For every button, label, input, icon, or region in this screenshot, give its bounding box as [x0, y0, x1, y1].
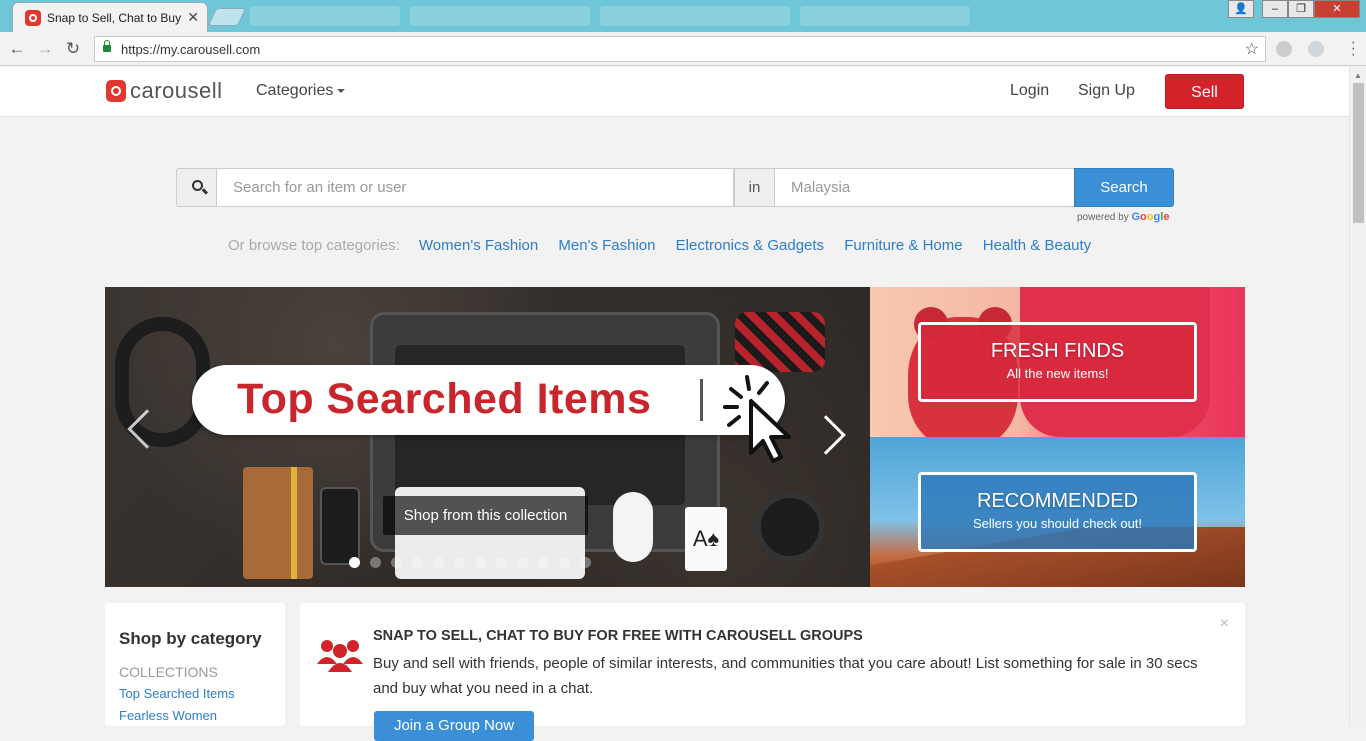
tab-close-icon[interactable]: ✕	[187, 9, 199, 26]
notebook-image	[243, 467, 313, 579]
recommended-tile[interactable]: RECOMMENDED Sellers you should check out…	[870, 437, 1245, 587]
playing-card-image: A♠	[685, 507, 727, 571]
search-icon	[192, 180, 203, 191]
mouse-pointer-icon	[723, 375, 791, 463]
hero-carousel[interactable]: A♠ Top Searched Items Shop from this col…	[105, 287, 870, 587]
promo-title: FRESH FINDS	[990, 340, 1125, 362]
shop-by-category-heading: Shop by category	[119, 629, 262, 648]
category-link-furniture-home[interactable]: Furniture & Home	[844, 237, 962, 254]
collections-label: COLLECTIONS	[119, 664, 218, 680]
carousel-dot[interactable]	[370, 557, 381, 568]
carousel-dot[interactable]	[496, 557, 507, 568]
collection-link-fearless-women[interactable]: Fearless Women	[119, 708, 217, 723]
category-link-health-beauty[interactable]: Health & Beauty	[983, 237, 1091, 254]
in-label: in	[734, 168, 775, 207]
promo-title: RECOMMENDED	[976, 490, 1139, 512]
carousel-dot[interactable]	[580, 557, 591, 568]
banner-headline: Top Searched Items	[237, 375, 652, 423]
groups-card-description: Buy and sell with friends, people of sim…	[373, 655, 1198, 697]
carousel-dot[interactable]	[412, 557, 423, 568]
carousel-dot[interactable]	[538, 557, 549, 568]
caret-down-icon	[337, 88, 346, 93]
scroll-up-icon[interactable]: ▲	[1354, 71, 1362, 80]
carousell-favicon-icon	[25, 10, 41, 26]
category-link-mens-fashion[interactable]: Men's Fashion	[558, 237, 655, 254]
powered-by-label: powered by	[1077, 212, 1129, 223]
new-tab-button[interactable]	[207, 8, 247, 26]
lock-icon	[103, 40, 111, 52]
user-profile-icon[interactable]: 👤	[1228, 0, 1254, 18]
signup-link[interactable]: Sign Up	[1078, 82, 1135, 100]
logo-text[interactable]: carousell	[130, 78, 223, 104]
sell-button[interactable]: Sell	[1165, 74, 1244, 109]
groups-card-title: SNAP TO SELL, CHAT TO BUY FOR FREE WITH …	[373, 628, 863, 644]
background-tab[interactable]	[600, 6, 790, 26]
promo-subtitle: All the new items!	[1006, 366, 1109, 381]
category-link-womens-fashion[interactable]: Women's Fashion	[419, 237, 538, 254]
carousel-dot[interactable]	[349, 557, 360, 568]
search-button[interactable]: Search	[1074, 168, 1174, 207]
skype-extension-icon[interactable]	[1308, 41, 1324, 57]
carousell-logo-icon[interactable]	[106, 80, 126, 102]
reload-icon[interactable]: ↻	[62, 38, 84, 60]
search-icon-box	[176, 168, 217, 207]
login-link[interactable]: Login	[1010, 82, 1049, 100]
fresh-finds-tile[interactable]: FRESH FINDS All the new items!	[870, 287, 1245, 437]
location-input[interactable]	[774, 168, 1075, 207]
join-group-button[interactable]: Join a Group Now	[374, 711, 534, 741]
url-text[interactable]: https://my.carousell.com	[121, 42, 260, 57]
mouse-image	[613, 492, 653, 562]
fresh-finds-box[interactable]: FRESH FINDS All the new items!	[918, 322, 1197, 402]
browser-tab-strip: Snap to Sell, Chat to Buy ✕ 👤 – ❐ ✕	[0, 0, 1366, 32]
camera-lens-image	[755, 492, 825, 562]
browser-menu-icon[interactable]: · · ·	[1351, 35, 1356, 63]
group-people-icon	[317, 640, 363, 672]
bowtie-image	[735, 312, 825, 372]
carousel-dot[interactable]	[433, 557, 444, 568]
site-header: carousell Categories Login Sign Up Sell	[0, 67, 1349, 117]
categories-label: Categories	[256, 82, 334, 99]
carousel-indicators	[349, 557, 591, 568]
address-bar[interactable]: https://my.carousell.com ☆	[94, 36, 1266, 62]
search-input[interactable]	[216, 168, 734, 207]
google-logo-icon: Google	[1131, 211, 1170, 223]
carousel-dot[interactable]	[559, 557, 570, 568]
extension-icon[interactable]	[1276, 41, 1292, 57]
carousell-groups-card: × SNAP TO SELL, CHAT TO BUY FOR FREE WIT…	[300, 603, 1245, 741]
tab-title: Snap to Sell, Chat to Buy	[47, 11, 182, 25]
background-tab[interactable]	[250, 6, 400, 26]
browser-toolbar: ← → ↻ https://my.carousell.com ☆ · · ·	[0, 32, 1366, 66]
background-tab[interactable]	[800, 6, 970, 26]
back-icon[interactable]: ←	[6, 38, 28, 60]
text-cursor-icon	[700, 379, 703, 421]
browse-top-categories: Or browse top categories: Women's Fashio…	[228, 237, 1107, 254]
phone-image	[320, 487, 360, 565]
category-link-electronics[interactable]: Electronics & Gadgets	[676, 237, 824, 254]
page-scrollbar[interactable]: ▲	[1349, 67, 1366, 726]
powered-by-google: powered by Google	[1077, 211, 1169, 223]
carousel-dot[interactable]	[454, 557, 465, 568]
shop-collection-button[interactable]: Shop from this collection	[383, 496, 588, 535]
background-tab[interactable]	[410, 6, 590, 26]
categories-dropdown[interactable]: Categories	[256, 82, 346, 100]
window-close-icon[interactable]: ✕	[1314, 0, 1360, 18]
scrollbar-thumb[interactable]	[1353, 83, 1364, 223]
browser-tab-active[interactable]: Snap to Sell, Chat to Buy ✕	[12, 2, 208, 32]
forward-icon[interactable]: →	[34, 38, 56, 60]
minimize-icon[interactable]: –	[1262, 0, 1288, 18]
dismiss-close-icon[interactable]: ×	[1220, 615, 1229, 633]
browse-label: Or browse top categories:	[228, 237, 400, 254]
carousel-dot[interactable]	[475, 557, 486, 568]
maximize-icon[interactable]: ❐	[1288, 0, 1314, 18]
collection-link-top-searched[interactable]: Top Searched Items	[119, 686, 235, 701]
bookmark-star-icon[interactable]: ☆	[1245, 39, 1259, 59]
recommended-box[interactable]: RECOMMENDED Sellers you should check out…	[918, 472, 1197, 552]
shop-by-category-panel: Shop by category COLLECTIONS Top Searche…	[105, 603, 285, 726]
promo-subtitle: Sellers you should check out!	[972, 516, 1143, 531]
carousel-dot[interactable]	[517, 557, 528, 568]
carousel-dot[interactable]	[391, 557, 402, 568]
